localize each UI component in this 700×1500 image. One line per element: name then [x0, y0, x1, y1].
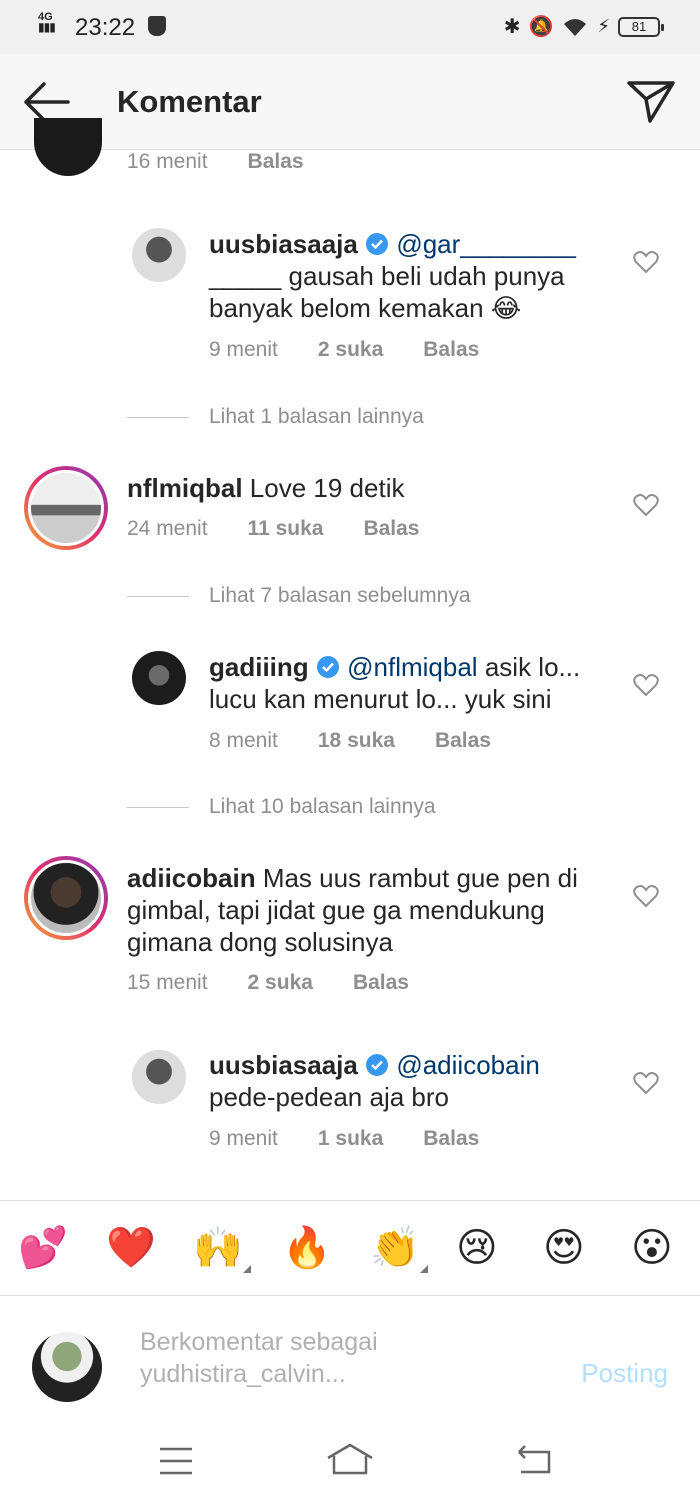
avatar[interactable] [24, 856, 108, 940]
like-heart-icon[interactable] [633, 250, 659, 274]
charging-icon: ⚡ [597, 16, 610, 36]
comment-body-line: lucu kan menurut lo... yuk sini [209, 684, 552, 714]
avatar[interactable] [132, 228, 186, 282]
raising-hands-emoji[interactable]: 🙌 [193, 1223, 251, 1273]
likes-count[interactable]: 1 suka [318, 1127, 383, 1151]
system-nav-bar [0, 1426, 700, 1500]
comment-time: 24 menit [127, 517, 208, 540]
comment-body-line: Love 19 detik [249, 473, 405, 503]
clapping-hands-emoji-glyph: 👏 [370, 1226, 420, 1270]
menu-icon[interactable] [158, 1446, 194, 1476]
view-more-replies[interactable]: Lihat 10 balasan lainnya [127, 795, 436, 819]
comment-body-line: Mas uus rambut gue pen di [262, 863, 578, 893]
comment-body-line: gimbal, tapi jidat gue ga mendukung [127, 895, 545, 925]
wifi-icon [564, 18, 587, 36]
comment-input-placeholder: Berkomentar sebagai [140, 1328, 378, 1356]
verified-badge-icon [366, 233, 389, 255]
verified-badge-icon [316, 656, 339, 678]
like-heart-icon[interactable] [633, 673, 659, 697]
reply-button[interactable]: Balas [423, 338, 479, 362]
view-previous-replies[interactable]: Lihat 7 balasan sebelumnya [127, 584, 471, 608]
mention-link[interactable]: @gar________ [396, 229, 576, 259]
like-heart-icon[interactable] [633, 493, 659, 517]
like-heart-icon[interactable] [633, 884, 659, 908]
battery-icon: 81 [618, 16, 664, 37]
likes-count[interactable]: 2 suka [318, 338, 383, 362]
fire-emoji[interactable]: 🔥 [282, 1223, 332, 1273]
likes-count[interactable]: 11 suka [248, 517, 324, 541]
verified-badge-icon [366, 1054, 389, 1076]
comment-text: nflmiqbal Love 19 detik [127, 472, 607, 504]
like-heart-icon[interactable] [633, 1071, 659, 1095]
comment-username[interactable]: uusbiasaaja [209, 229, 358, 259]
status-time: 23:22 [75, 14, 136, 41]
status-icons: ✱ 🔕 ⚡ 81 [503, 14, 664, 39]
comment-time: 16 menit [127, 150, 208, 173]
comment-text: uusbiasaaja @adiicobain pede-pedean aja … [209, 1049, 609, 1113]
reply-button[interactable]: Balas [435, 729, 491, 753]
status-bar: 4G ▮▮▮ 23:22 ✱ 🔕 ⚡ 81 [0, 0, 700, 54]
comment-meta: 16 menit Balas [127, 150, 304, 174]
network-indicator: 4G ▮▮▮ [38, 11, 56, 34]
comment-text: uusbiasaaja @gar________ _____ gausah be… [209, 228, 589, 324]
page-title: Komentar [117, 84, 262, 119]
comment-body-line: asik lo... [484, 652, 581, 682]
red-heart-emoji[interactable]: ❤️ [106, 1223, 156, 1273]
mention-link[interactable]: @nflmiqbal [347, 652, 477, 682]
reply-button[interactable]: Balas [363, 517, 419, 541]
comment-composer: Berkomentar sebagai yudhistira_calvin...… [0, 1296, 700, 1426]
comment-body-line: banyak belom kemakan 😂 [209, 293, 522, 323]
heart-eyes-emoji[interactable]: 😍 [543, 1223, 585, 1273]
comment-input[interactable]: Berkomentar sebagai yudhistira_calvin... [140, 1326, 560, 1390]
clapping-hands-emoji[interactable]: 👏 [370, 1223, 428, 1273]
skin-tone-indicator [242, 1265, 251, 1273]
mention-link[interactable]: @adiicobain [396, 1050, 539, 1080]
surprised-face-emoji[interactable]: 😮 [631, 1223, 673, 1273]
raising-hands-emoji-glyph: 🙌 [193, 1226, 243, 1270]
comment-time: 9 menit [209, 338, 278, 361]
comment-text: gadiiing @nflmiqbal asik lo... lucu kan … [209, 651, 609, 715]
view-more-replies[interactable]: Lihat 1 balasan lainnya [127, 405, 424, 429]
current-user-avatar [32, 1332, 102, 1402]
skin-tone-indicator [419, 1265, 428, 1273]
comment-text: adiicobain Mas uus rambut gue pen di gim… [127, 862, 607, 958]
comment-time: 8 menit [209, 729, 278, 752]
bluetooth-icon: ✱ [503, 16, 521, 38]
comment-body-line: gimana dong solusinya [127, 927, 393, 957]
send-icon[interactable] [626, 78, 676, 124]
home-icon[interactable] [325, 1442, 375, 1476]
comment-username[interactable]: nflmiqbal [127, 473, 243, 503]
mute-icon: 🔕 [528, 16, 554, 38]
comment-body-line: pede-pedean aja bro [209, 1082, 449, 1112]
comment-username[interactable]: adiicobain [127, 863, 256, 893]
comment-time: 15 menit [127, 971, 208, 994]
emoji-quick-bar: 💕 ❤️ 🙌 🔥 👏 😢 😍 😮 [0, 1200, 700, 1296]
post-button[interactable]: Posting [581, 1358, 668, 1389]
comment-body-line: _____ gausah beli udah punya [209, 261, 565, 291]
reply-button[interactable]: Balas [353, 971, 409, 995]
comment-meta: 9 menit 1 suka Balas [209, 1127, 479, 1151]
comment-meta: 8 menit 18 suka Balas [209, 729, 491, 753]
header: Komentar [0, 54, 700, 150]
avatar[interactable] [24, 466, 108, 550]
crying-face-emoji[interactable]: 😢 [456, 1223, 498, 1273]
reply-button[interactable]: Balas [248, 150, 304, 174]
comment-meta: 9 menit 2 suka Balas [209, 338, 479, 362]
comment-meta: 15 menit 2 suka Balas [127, 971, 409, 995]
comment-input-placeholder: yudhistira_calvin... [140, 1360, 346, 1388]
avatar[interactable] [34, 118, 102, 176]
comment-username[interactable]: uusbiasaaja [209, 1050, 358, 1080]
avatar[interactable] [132, 1050, 186, 1104]
shield-icon [148, 16, 166, 36]
likes-count[interactable]: 18 suka [318, 729, 395, 753]
two-hearts-emoji[interactable]: 💕 [18, 1223, 68, 1273]
comment-username[interactable]: gadiiing [209, 652, 309, 682]
comment-time: 9 menit [209, 1127, 278, 1150]
comment-meta: 24 menit 11 suka Balas [127, 517, 420, 541]
avatar[interactable] [132, 651, 186, 705]
likes-count[interactable]: 2 suka [248, 971, 313, 995]
back-nav-icon[interactable] [515, 1444, 553, 1476]
reply-button[interactable]: Balas [423, 1127, 479, 1151]
